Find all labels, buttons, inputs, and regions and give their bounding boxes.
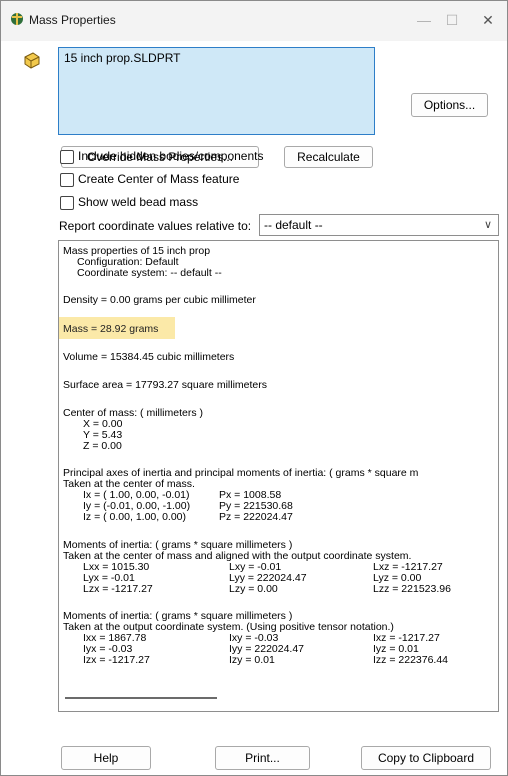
results-volume: Volume = 15384.45 cubic millimeters bbox=[63, 351, 235, 363]
copy-to-clipboard-button[interactable]: Copy to Clipboard bbox=[361, 746, 491, 770]
results-moi-output-value: Izz = 222376.44 bbox=[373, 654, 449, 666]
coordinate-system-dropdown[interactable]: -- default -- ∨ bbox=[259, 214, 499, 236]
results-moi-output-value: Izy = 0.01 bbox=[229, 654, 275, 666]
results-iz: Iz = ( 0.00, 1.00, 0.00) bbox=[83, 511, 187, 523]
results-moi-center-value: Lzy = 0.00 bbox=[229, 583, 278, 595]
results-mass: Mass = 28.92 grams bbox=[63, 323, 159, 335]
minimize-button[interactable]: — bbox=[409, 9, 439, 31]
selected-item[interactable]: 15 inch prop.SLDPRT bbox=[64, 51, 181, 65]
include-hidden-checkbox[interactable] bbox=[60, 150, 74, 164]
results-moi-center-value: Lzx = -1217.27 bbox=[83, 583, 153, 595]
maximize-button[interactable]: ☐ bbox=[437, 9, 467, 31]
create-com-checkbox[interactable] bbox=[60, 173, 74, 187]
show-weld-checkbox[interactable] bbox=[60, 196, 74, 210]
report-coordinate-label: Report coordinate values relative to: bbox=[59, 219, 252, 233]
print-button[interactable]: Print... bbox=[215, 746, 310, 770]
selected-items-list[interactable]: 15 inch prop.SLDPRT bbox=[58, 47, 375, 135]
results-pz: Pz = 222024.47 bbox=[219, 511, 293, 523]
mass-properties-icon bbox=[11, 13, 23, 25]
results-coordinate-system: Coordinate system: -- default -- bbox=[77, 267, 222, 279]
create-com-label[interactable]: Create Center of Mass feature bbox=[78, 172, 239, 186]
window-title: Mass Properties bbox=[29, 13, 116, 27]
results-moi-center-value: Lzz = 221523.96 bbox=[373, 583, 451, 595]
horizontal-scrollbar[interactable] bbox=[61, 693, 497, 703]
results-surface-area: Surface area = 17793.27 square millimete… bbox=[63, 379, 267, 391]
help-button[interactable]: Help bbox=[61, 746, 151, 770]
scrollbar-thumb[interactable] bbox=[65, 697, 217, 699]
coordinate-system-value: -- default -- bbox=[264, 218, 323, 232]
chevron-down-icon: ∨ bbox=[483, 219, 492, 231]
results-moi-output-value: Izx = -1217.27 bbox=[83, 654, 150, 666]
options-button[interactable]: Options... bbox=[411, 93, 488, 117]
part-icon bbox=[24, 52, 40, 69]
close-button[interactable]: ✕ bbox=[473, 9, 503, 31]
results-text-area[interactable]: Mass properties of 15 inch prop Configur… bbox=[58, 240, 499, 712]
title-bar: Mass Properties — ☐ ✕ bbox=[1, 1, 507, 41]
include-hidden-label[interactable]: Include hidden bodies/components bbox=[78, 149, 263, 163]
results-com-z: Z = 0.00 bbox=[83, 440, 122, 452]
mass-properties-window: Mass Properties — ☐ ✕ 15 inch prop.SLDPR… bbox=[0, 0, 508, 776]
recalculate-button[interactable]: Recalculate bbox=[284, 146, 373, 168]
show-weld-label[interactable]: Show weld bead mass bbox=[78, 195, 198, 209]
results-density: Density = 0.00 grams per cubic millimete… bbox=[63, 294, 256, 306]
